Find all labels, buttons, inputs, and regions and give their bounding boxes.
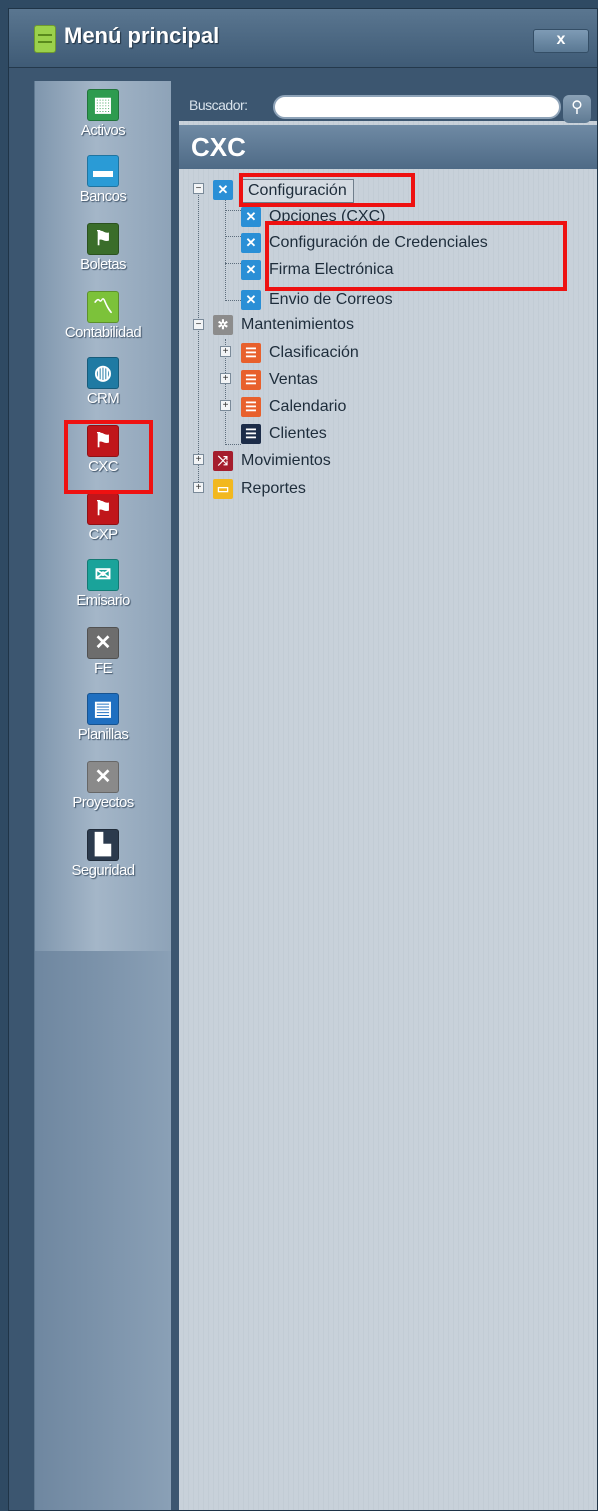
- tree-line: [225, 236, 241, 237]
- list-icon: ☰: [241, 397, 261, 417]
- rail-item-label: Boletas: [80, 256, 126, 273]
- briefcase-icon: ▬: [87, 155, 119, 187]
- tools-icon: ✕: [87, 627, 119, 659]
- tree-label-calendario: Calendario: [269, 398, 347, 415]
- menu-icon: [34, 25, 56, 53]
- rail-item-label: Bancos: [79, 188, 127, 205]
- rail-item-label: FE: [94, 660, 113, 677]
- rail-item-proyectos[interactable]: ✕ Proyectos: [35, 761, 171, 827]
- title-bar[interactable]: Menú principal x: [9, 9, 597, 68]
- gear-icon: ✲: [213, 315, 233, 335]
- expand-toggle[interactable]: +: [220, 400, 231, 411]
- module-tree: − ✕ Configuración ✕ Opciones (CXC) ✕ Con…: [179, 169, 597, 1510]
- close-button[interactable]: x: [533, 29, 589, 53]
- list-icon: ☰: [241, 370, 261, 390]
- search-input[interactable]: [273, 95, 561, 119]
- tools-icon: ✕: [241, 233, 261, 253]
- module-panel: Buscador: ⚲ CXC − ✕ Configuración ✕ Opci…: [179, 81, 597, 1510]
- person-payable-icon: ⚑: [87, 493, 119, 525]
- tree-line: [225, 263, 241, 264]
- factory-icon: ▙: [87, 829, 119, 861]
- panel-title: CXC: [179, 125, 597, 169]
- main-menu-window: Menú principal x ▦ Activos ▬ Bancos ⚑ Boletas…: [8, 8, 598, 1511]
- rail-item-cxp[interactable]: ⚑ CXP: [35, 493, 171, 559]
- tree-line: [225, 300, 241, 301]
- envelope-icon: ✉: [87, 559, 119, 591]
- report-icon: ▭: [213, 479, 233, 499]
- highlight-credenciales-firma: [265, 221, 567, 291]
- list-icon: ☰: [241, 343, 261, 363]
- tree-label-reportes: Reportes: [241, 480, 306, 497]
- expand-toggle[interactable]: +: [220, 373, 231, 384]
- rail-item-boletas[interactable]: ⚑ Boletas: [35, 223, 171, 289]
- rail-item-label: Activos: [80, 122, 126, 139]
- rail-item-seguridad[interactable]: ▙ Seguridad: [35, 829, 171, 895]
- chart-icon: 〽: [87, 291, 119, 323]
- window-title: Menú principal: [64, 23, 220, 48]
- highlight-configuracion: [239, 173, 415, 207]
- list-icon: ☰: [241, 424, 261, 444]
- rail-item-activos[interactable]: ▦ Activos: [35, 89, 171, 155]
- trash-person-icon: ⚑: [87, 223, 119, 255]
- expand-toggle[interactable]: +: [193, 454, 204, 465]
- tree-label-mantenimientos: Mantenimientos: [241, 316, 354, 333]
- rail-item-label: Planillas: [77, 726, 129, 743]
- rail-item-label: Emisario: [76, 592, 130, 609]
- collapse-toggle[interactable]: −: [193, 319, 204, 330]
- tree-line: [225, 210, 241, 211]
- tools-icon: ✕: [241, 207, 261, 227]
- rail-item-bancos[interactable]: ▬ Bancos: [35, 155, 171, 221]
- globe-icon: ◍: [87, 357, 119, 389]
- tree-label-movimientos: Movimientos: [241, 452, 331, 469]
- module-rail: ▦ Activos ▬ Bancos ⚑ Boletas 〽 Contabilidad ◍ CRM…: [34, 81, 171, 1510]
- rail-item-label: Seguridad: [71, 862, 136, 879]
- rail-item-planillas[interactable]: ▤ Planillas: [35, 693, 171, 759]
- rail-item-contabilidad[interactable]: 〽 Contabilidad: [35, 291, 171, 357]
- cash-register-icon: ▦: [87, 89, 119, 121]
- search-bar: Buscador: ⚲: [179, 81, 597, 123]
- tools-icon: ✕: [241, 290, 261, 310]
- tree-label-clasificacion: Clasificación: [269, 344, 359, 361]
- rail-item-label: Proyectos: [72, 794, 134, 811]
- tree-line: [225, 197, 226, 301]
- wrench-icon: ✕: [87, 761, 119, 793]
- rail-item-label: CRM: [86, 390, 120, 407]
- tree-line: [225, 444, 241, 445]
- search-button[interactable]: ⚲: [563, 95, 591, 123]
- tree-label-ventas: Ventas: [269, 371, 318, 388]
- rail-item-emisario[interactable]: ✉ Emisario: [35, 559, 171, 625]
- tree-line: [198, 188, 199, 484]
- highlight-cxc: [64, 420, 153, 494]
- search-label: Buscador:: [189, 97, 248, 113]
- magnifier-icon: ⚲: [571, 99, 583, 116]
- rail-item-fe[interactable]: ✕ FE: [35, 627, 171, 693]
- expand-toggle[interactable]: +: [193, 482, 204, 493]
- rail-background: [35, 951, 171, 1510]
- tools-icon: ✕: [213, 180, 233, 200]
- collapse-toggle[interactable]: −: [193, 183, 204, 194]
- tree-label-clientes: Clientes: [269, 425, 327, 442]
- expand-toggle[interactable]: +: [220, 346, 231, 357]
- rail-item-crm[interactable]: ◍ CRM: [35, 357, 171, 423]
- document-icon: ▤: [87, 693, 119, 725]
- tools-icon: ✕: [241, 260, 261, 280]
- rail-item-label: CXP: [88, 526, 118, 543]
- shuffle-icon: ⤨: [213, 451, 233, 471]
- rail-item-label: Contabilidad: [64, 324, 142, 341]
